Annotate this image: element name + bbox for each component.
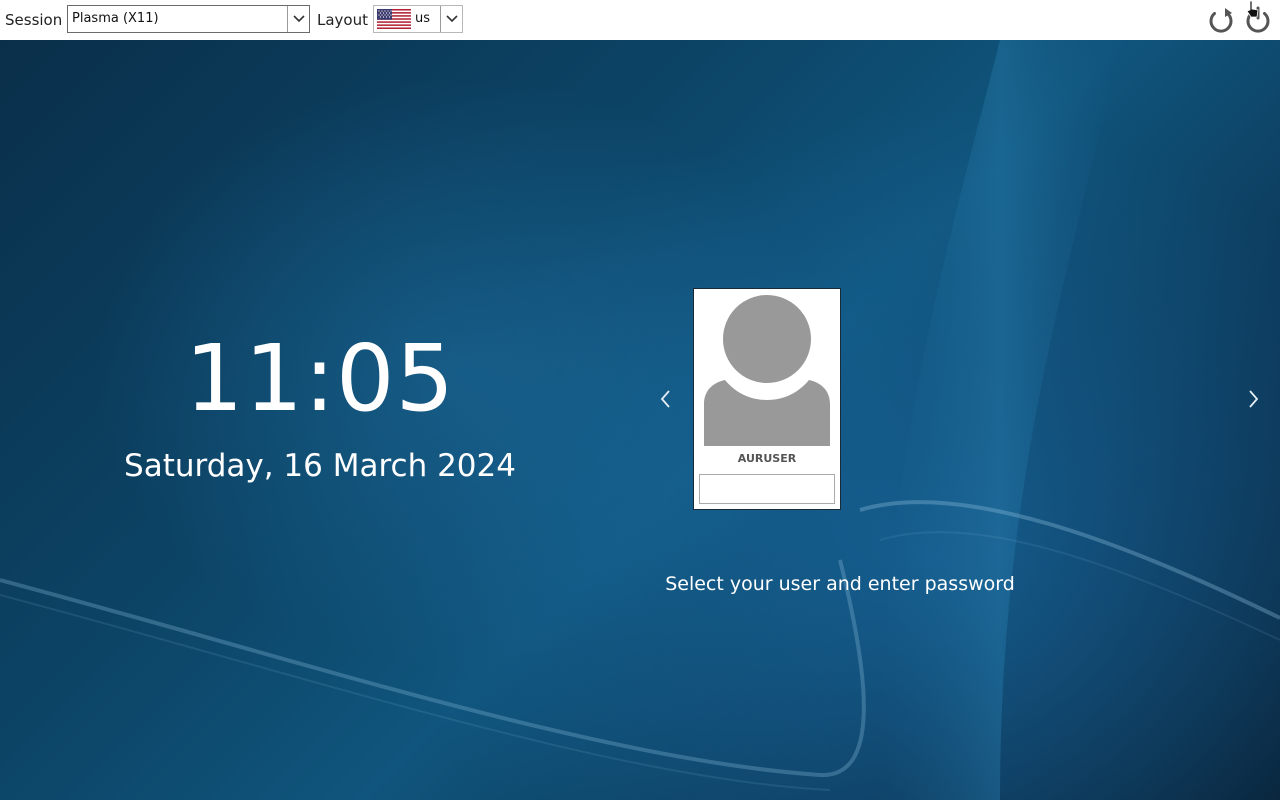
session-label: Session xyxy=(5,11,63,29)
layout-label: Layout xyxy=(317,11,368,29)
restart-icon[interactable] xyxy=(1205,4,1237,36)
keyboard-layout-dropdown[interactable]: us xyxy=(373,5,463,33)
chevron-left-icon[interactable] xyxy=(654,385,678,413)
chevron-right-icon[interactable] xyxy=(1241,385,1265,413)
session-dropdown[interactable]: Plasma (X11) xyxy=(67,5,310,33)
mouse-cursor-icon xyxy=(1246,0,1259,18)
chevron-down-icon[interactable] xyxy=(440,6,462,32)
user-card[interactable]: AURUSER xyxy=(693,288,841,510)
user-avatar-icon xyxy=(704,295,830,446)
clock-time: 11:05 xyxy=(184,325,456,432)
chevron-down-icon[interactable] xyxy=(287,6,309,32)
us-flag-icon xyxy=(377,9,411,29)
clock-date: Saturday, 16 March 2024 xyxy=(124,448,516,484)
password-field[interactable] xyxy=(699,474,835,504)
layout-value: us xyxy=(415,11,431,26)
login-prompt: Select your user and enter password xyxy=(665,573,1015,595)
session-value: Plasma (X11) xyxy=(72,11,159,26)
top-bar: Session Plasma (X11) Layout us xyxy=(0,0,1280,40)
username-label: AURUSER xyxy=(737,452,797,465)
login-background: 11:05 Saturday, 16 March 2024 AURUSER Se… xyxy=(0,40,1280,800)
